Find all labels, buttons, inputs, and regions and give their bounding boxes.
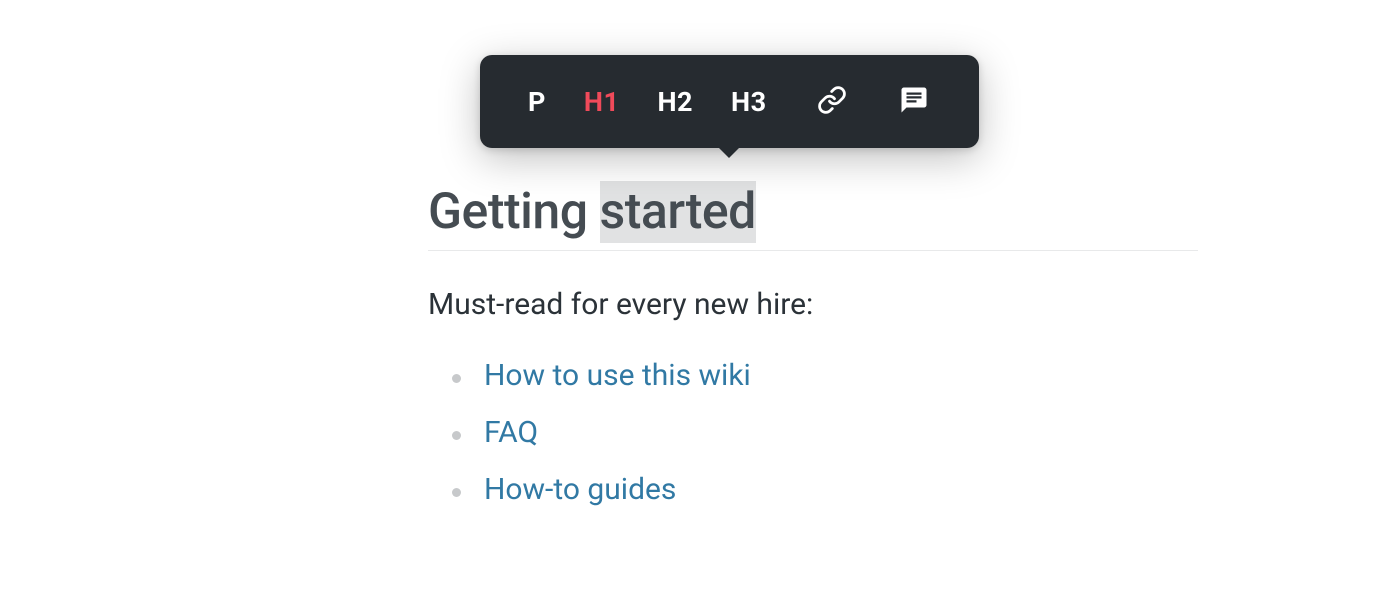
- comment-icon: [899, 85, 929, 118]
- heading3-button[interactable]: H3: [715, 80, 783, 124]
- heading1-button[interactable]: H1: [568, 80, 636, 124]
- heading-text-selection: started: [600, 181, 756, 243]
- heading2-button[interactable]: H2: [641, 80, 709, 124]
- link-button[interactable]: [799, 77, 865, 126]
- wiki-link-faq[interactable]: FAQ: [484, 415, 538, 450]
- link-icon: [817, 85, 847, 118]
- comment-button[interactable]: [881, 77, 947, 126]
- formatting-toolbar: P H1 H2 H3: [480, 55, 979, 148]
- intro-paragraph[interactable]: Must-read for every new hire:: [428, 287, 1198, 322]
- heading-text-prefix: Getting: [428, 183, 600, 241]
- list-item[interactable]: How to use this wiki: [428, 358, 1198, 393]
- editor-content[interactable]: Getting started Must-read for every new …: [428, 182, 1198, 529]
- page-title[interactable]: Getting started: [428, 182, 1198, 251]
- paragraph-button[interactable]: P: [512, 80, 562, 124]
- link-list: How to use this wiki FAQ How-to guides: [428, 358, 1198, 507]
- wiki-link-how-to-use[interactable]: How to use this wiki: [484, 358, 751, 393]
- wiki-link-how-to-guides[interactable]: How-to guides: [484, 472, 676, 507]
- list-item[interactable]: FAQ: [428, 415, 1198, 450]
- list-item[interactable]: How-to guides: [428, 472, 1198, 507]
